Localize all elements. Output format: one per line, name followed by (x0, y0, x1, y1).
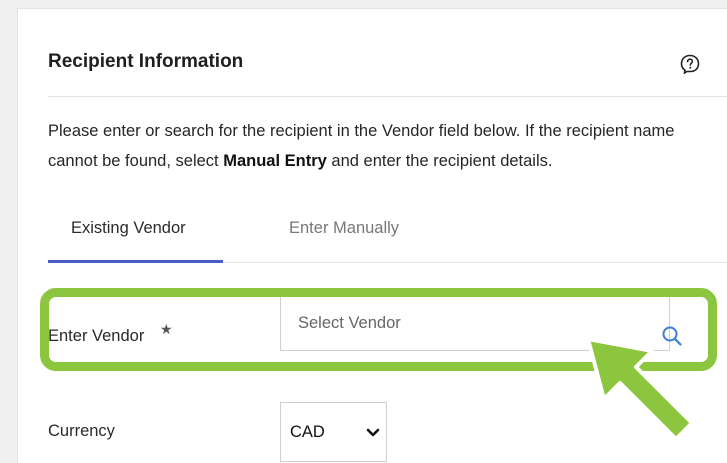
currency-select[interactable]: CAD (280, 402, 387, 462)
manual-entry-emphasis: Manual Entry (223, 152, 327, 170)
currency-label: Currency (48, 422, 115, 440)
pointer-arrow-icon (586, 337, 694, 441)
chevron-down-icon (366, 428, 380, 437)
recipient-information-card: Recipient Information Please enter or se… (17, 8, 727, 463)
section-title: Recipient Information (48, 51, 244, 72)
tab-existing-vendor[interactable]: Existing Vendor (71, 219, 186, 238)
section-divider (48, 96, 727, 97)
section-description: Please enter or search for the recipient… (48, 116, 720, 176)
description-text-end: and enter the recipient details. (326, 152, 553, 170)
question-circle-icon[interactable] (680, 54, 700, 74)
active-tab-indicator (48, 260, 223, 263)
tabs-baseline (223, 262, 727, 263)
currency-selected-value: CAD (290, 423, 325, 441)
tab-enter-manually[interactable]: Enter Manually (289, 219, 399, 238)
